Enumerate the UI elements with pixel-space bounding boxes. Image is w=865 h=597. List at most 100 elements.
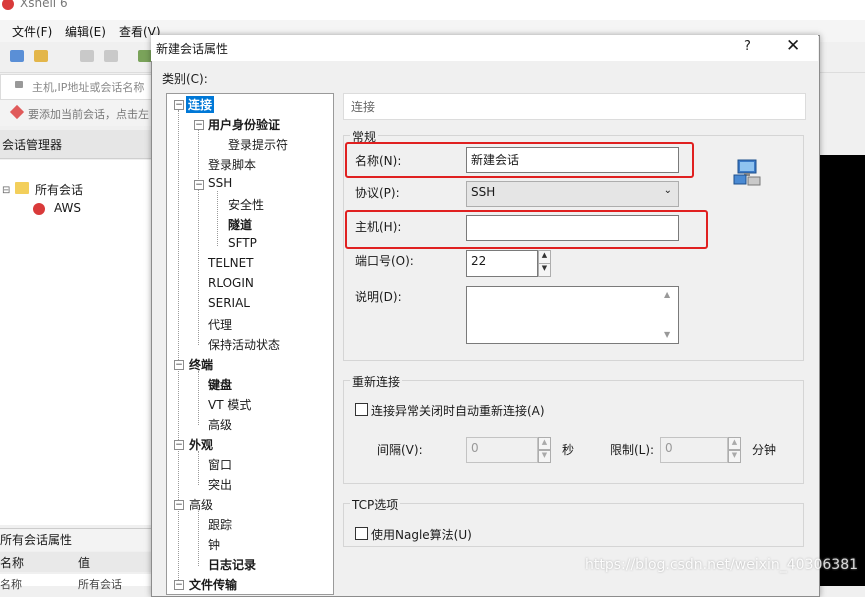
description-label: 说明(D): <box>355 290 402 304</box>
tree-item-keyboard[interactable]: 键盘 <box>208 376 232 393</box>
section-title: 连接 <box>351 100 376 114</box>
tree-item-connection[interactable]: 连接 <box>186 96 215 113</box>
tree-collapse-icon[interactable]: − <box>174 580 184 590</box>
protocol-select[interactable]: SSH ⌄ <box>466 181 679 207</box>
reconnect-group <box>343 380 804 484</box>
tree-item-tunnel[interactable]: 隧道 <box>228 216 252 233</box>
column-name: 名称 <box>0 556 25 570</box>
app-titlebar <box>0 0 865 20</box>
section-header <box>343 93 806 120</box>
close-button[interactable]: ✕ <box>786 36 800 56</box>
tree-item-logging[interactable]: 日志记录 <box>208 556 256 573</box>
tree-item-advanced-group[interactable]: 高级 <box>189 496 213 513</box>
port-field[interactable]: 22 <box>466 250 538 277</box>
folder-icon <box>15 182 29 194</box>
tcp-group-title: TCP选项 <box>350 496 401 513</box>
tree-line <box>198 130 199 345</box>
interval-down-button[interactable]: ▼ <box>538 450 551 463</box>
scroll-down-icon[interactable]: ▼ <box>664 330 670 339</box>
auto-reconnect-label: 连接异常关闭时自动重新连接(A) <box>371 404 545 418</box>
tree-collapse-icon[interactable]: − <box>194 180 204 190</box>
terminal-area[interactable] <box>818 155 865 586</box>
category-label: 类别(C): <box>162 72 208 86</box>
row-name: 名称 <box>0 578 22 591</box>
tree-collapse-icon[interactable]: − <box>174 100 184 110</box>
limit-unit: 分钟 <box>752 443 777 457</box>
tree-collapse-icon[interactable]: − <box>174 440 184 450</box>
dialog-titlebar <box>151 35 818 61</box>
tree-item-security[interactable]: 安全性 <box>228 196 264 213</box>
tree-item-login-prompts[interactable]: 登录提示符 <box>228 136 288 153</box>
chevron-down-icon: ⌄ <box>663 185 672 196</box>
tree-item-file-transfer[interactable]: 文件传输 <box>189 576 237 593</box>
tree-item-terminal[interactable]: 终端 <box>189 356 213 373</box>
tree-item-vt-mode[interactable]: VT 模式 <box>208 396 251 413</box>
protocol-value: SSH <box>471 185 496 199</box>
tree-item-window[interactable]: 窗口 <box>208 456 232 473</box>
dialog-title: 新建会话属性 <box>156 42 229 56</box>
auto-reconnect-checkbox[interactable] <box>355 403 368 416</box>
port-down-button[interactable]: ▼ <box>538 263 551 277</box>
tree-item-advanced[interactable]: 高级 <box>208 416 232 433</box>
lock-icon <box>15 81 23 88</box>
settings-icon[interactable] <box>138 50 152 62</box>
limit-up-button[interactable]: ▲ <box>728 437 741 450</box>
highlight-box <box>345 142 694 178</box>
limit-label: 限制(L): <box>610 443 655 457</box>
session-tree-aws[interactable]: AWS <box>54 201 81 215</box>
new-session-icon[interactable] <box>10 50 24 62</box>
interval-unit: 秒 <box>562 443 575 457</box>
tree-line <box>198 451 199 485</box>
tree-collapse-icon[interactable]: ⊟ <box>2 185 10 196</box>
menu-file[interactable]: 文件(F) <box>12 23 52 40</box>
computer-network-icon <box>733 159 761 186</box>
nagle-label: 使用Nagle算法(U) <box>371 528 472 542</box>
tree-item-serial[interactable]: SERIAL <box>208 296 250 310</box>
interval-field[interactable]: 0 <box>466 437 538 463</box>
interval-label: 间隔(V): <box>377 443 423 457</box>
hint-text: 要添加当前会话，点击左 <box>28 108 149 121</box>
reconnect-group-title: 重新连接 <box>350 373 403 390</box>
tree-item-keepalive[interactable]: 保持活动状态 <box>208 336 280 353</box>
tree-line <box>217 191 218 246</box>
highlight-box <box>345 210 708 249</box>
tree-item-sftp[interactable]: SFTP <box>228 236 257 250</box>
disconnect-icon[interactable] <box>80 50 94 62</box>
session-tree-all[interactable]: 所有会话 <box>35 181 83 198</box>
tree-line <box>198 371 199 425</box>
tree-item-login-script[interactable]: 登录脚本 <box>208 156 256 173</box>
column-value: 值 <box>78 556 91 570</box>
port-up-button[interactable]: ▲ <box>538 250 551 264</box>
tree-item-bell[interactable]: 钟 <box>208 536 220 553</box>
session-icon <box>33 203 45 215</box>
tree-line <box>198 511 199 566</box>
watermark: https://blog.csdn.net/weixin_40306381 <box>585 557 859 573</box>
description-field[interactable] <box>466 286 679 344</box>
open-folder-icon[interactable] <box>34 50 48 62</box>
tree-item-trace[interactable]: 跟踪 <box>208 516 232 533</box>
tree-item-rlogin[interactable]: RLOGIN <box>208 276 254 290</box>
tree-item-appearance[interactable]: 外观 <box>189 436 213 453</box>
menu-edit[interactable]: 编辑(E) <box>65 23 106 40</box>
nagle-checkbox[interactable] <box>355 527 368 540</box>
port-label: 端口号(O): <box>355 254 414 268</box>
tree-item-proxy[interactable]: 代理 <box>208 316 232 333</box>
row-value: 所有会话 <box>78 578 122 591</box>
help-button[interactable]: ? <box>744 39 751 54</box>
limit-down-button[interactable]: ▼ <box>728 450 741 463</box>
tree-collapse-icon[interactable]: − <box>174 500 184 510</box>
tree-item-user-auth[interactable]: 用户身份验证 <box>208 116 280 133</box>
interval-up-button[interactable]: ▲ <box>538 437 551 450</box>
session-manager-title: 会话管理器 <box>2 138 63 152</box>
limit-field[interactable]: 0 <box>660 437 728 463</box>
properties-title: 所有会话属性 <box>0 533 73 547</box>
reconnect-icon[interactable] <box>104 50 118 62</box>
tree-collapse-icon[interactable]: − <box>174 360 184 370</box>
tree-collapse-icon[interactable]: − <box>194 120 204 130</box>
tree-item-telnet[interactable]: TELNET <box>208 256 254 270</box>
scroll-up-icon[interactable]: ▲ <box>664 290 670 299</box>
app-title: Xshell 6 <box>20 0 68 10</box>
address-placeholder: 主机,IP地址或会话名称 <box>32 81 145 94</box>
tree-item-ssh[interactable]: SSH <box>208 176 232 190</box>
tree-item-highlight[interactable]: 突出 <box>208 476 232 493</box>
